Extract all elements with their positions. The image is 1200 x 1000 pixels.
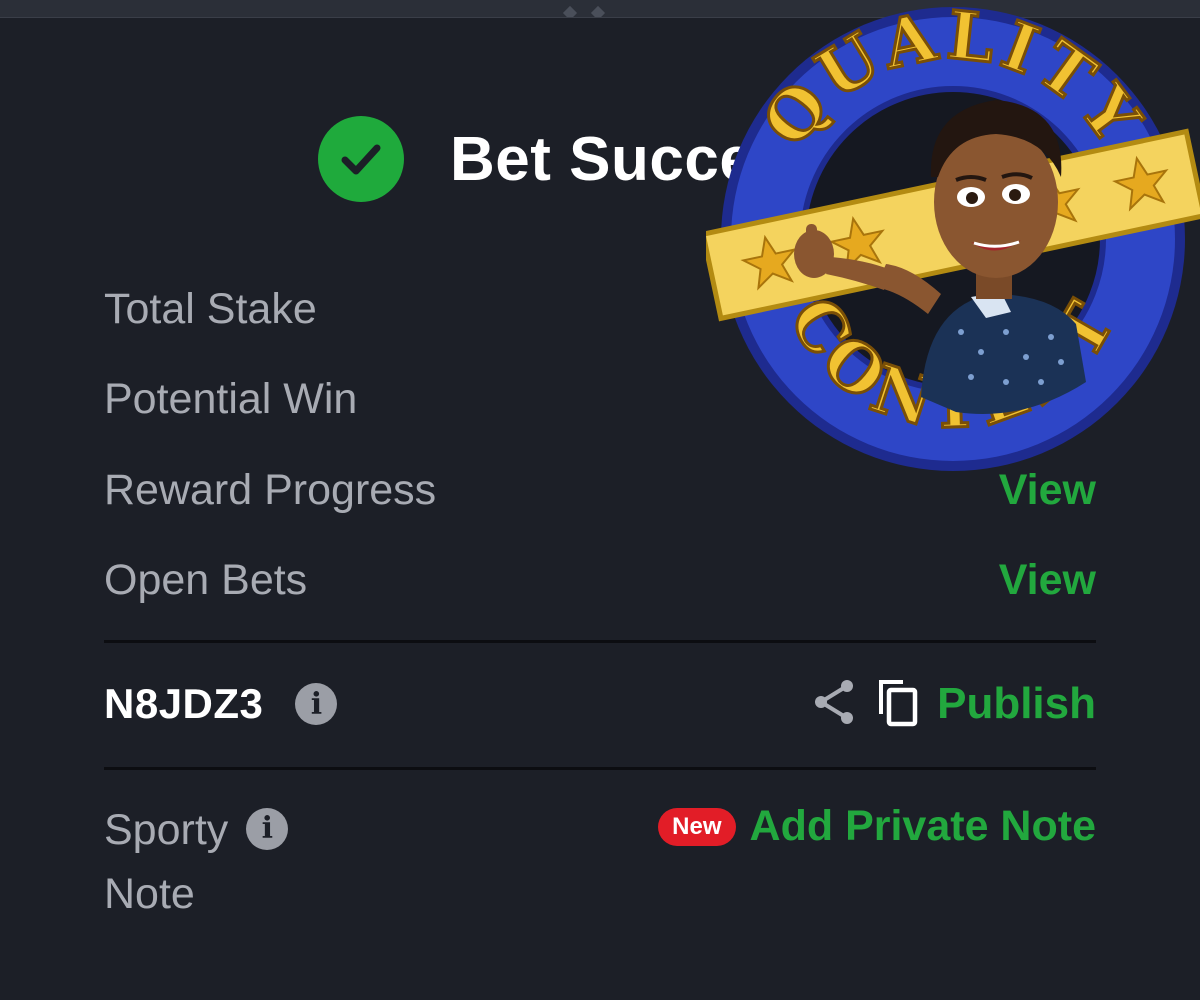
info-icon[interactable]: i [246, 807, 289, 850]
open-bets-row: Open Bets View [104, 550, 1096, 610]
publish-button[interactable]: Publish [937, 679, 1096, 729]
reward-progress-label: Reward Progress [104, 465, 437, 514]
private-note-actions: New Add Private Note [658, 802, 1096, 851]
open-bets-label: Open Bets [104, 555, 308, 604]
share-icon[interactable] [813, 678, 857, 731]
note-label-line2: Note [104, 870, 195, 918]
info-icon[interactable]: i [295, 683, 338, 725]
new-badge: New [658, 807, 736, 846]
potential-win-label: Potential Win [104, 374, 358, 423]
sporty-note-label: Sporty i Note [104, 798, 289, 926]
open-bets-view-link[interactable]: View [999, 556, 1096, 605]
divider [104, 640, 1096, 643]
sporty-note-row: Sporty i Note New Add Private Note [104, 798, 1096, 928]
divider [104, 767, 1096, 770]
booking-code-row: N8JDZ3 i Publish [104, 672, 1096, 736]
note-label-line1: Sporty [104, 806, 229, 854]
copy-icon[interactable] [875, 676, 919, 733]
add-private-note-button[interactable]: Add Private Note [750, 802, 1096, 851]
quality-content-sticker: QUALITY CONTENT [706, 2, 1200, 471]
total-stake-label: Total Stake [104, 284, 317, 333]
check-icon [318, 116, 404, 202]
booking-code: N8JDZ3 [104, 680, 264, 727]
booking-actions: Publish [813, 676, 1096, 733]
